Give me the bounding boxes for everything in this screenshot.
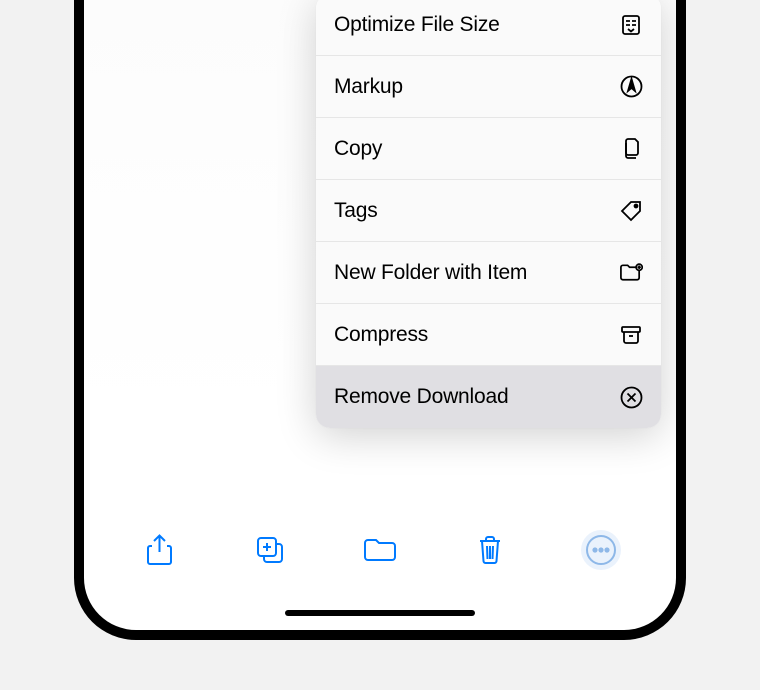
menu-label: Tags xyxy=(334,199,619,223)
menu-item-tags[interactable]: Tags xyxy=(316,180,661,242)
menu-item-new-folder[interactable]: New Folder with Item xyxy=(316,242,661,304)
menu-item-compress[interactable]: Compress xyxy=(316,304,661,366)
menu-item-copy[interactable]: Copy xyxy=(316,118,661,180)
move-button[interactable] xyxy=(360,530,400,570)
menu-item-optimize[interactable]: Optimize File Size xyxy=(316,0,661,56)
duplicate-button[interactable] xyxy=(250,530,290,570)
menu-label: Optimize File Size xyxy=(334,13,619,37)
menu-label: Compress xyxy=(334,323,619,347)
menu-label: New Folder with Item xyxy=(334,261,619,285)
remove-icon xyxy=(619,385,643,409)
home-indicator[interactable] xyxy=(285,610,475,616)
delete-button[interactable] xyxy=(470,530,510,570)
menu-label: Remove Download xyxy=(334,385,619,409)
context-menu: Optimize File Size Markup xyxy=(316,0,661,428)
menu-item-remove-download[interactable]: Remove Download xyxy=(316,366,661,428)
copy-icon xyxy=(619,137,643,161)
menu-label: Copy xyxy=(334,137,619,161)
markup-icon xyxy=(619,75,643,99)
menu-label: Markup xyxy=(334,75,619,99)
share-button[interactable] xyxy=(139,530,179,570)
more-button[interactable] xyxy=(581,530,621,570)
toolbar xyxy=(84,520,676,580)
phone-frame: Optimize File Size Markup xyxy=(74,0,686,640)
tag-icon xyxy=(619,199,643,223)
screen: Optimize File Size Markup xyxy=(84,0,676,630)
menu-item-markup[interactable]: Markup xyxy=(316,56,661,118)
folder-plus-icon xyxy=(619,261,643,285)
file-reduce-icon xyxy=(619,13,643,37)
archive-icon xyxy=(619,323,643,347)
